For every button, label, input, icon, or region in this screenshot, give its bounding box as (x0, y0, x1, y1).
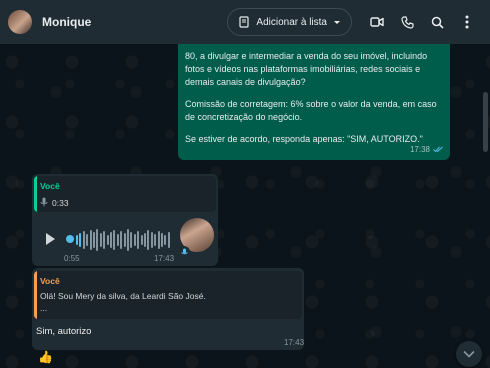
quote-author: Você (40, 181, 60, 191)
list-add-icon (239, 16, 250, 28)
scroll-to-bottom-button[interactable] (456, 341, 482, 367)
emoji-message[interactable]: 👍 (38, 350, 53, 364)
quoted-text-message[interactable]: Você Olá! Sou Mery da silva, da Leardi S… (34, 271, 302, 319)
waveform-bar (116, 234, 119, 246)
voice-call-button[interactable] (392, 7, 422, 37)
search-icon (431, 16, 444, 29)
waveform-bar (147, 230, 150, 250)
chat-area: 80, a divulgar e intermediar a venda do … (0, 44, 490, 368)
voice-waveform[interactable] (76, 228, 170, 252)
message-paragraph: Se estiver de acordo, responda apenas: "… (185, 134, 423, 144)
waveform-bar (123, 233, 126, 247)
waveform-bar (103, 231, 106, 249)
waveform-bar (96, 229, 99, 251)
waveform-bar (161, 233, 163, 247)
mic-icon (180, 248, 188, 255)
chat-header: Monique Adicionar à lista (0, 0, 490, 44)
outgoing-message[interactable]: 80, a divulgar e intermediar a venda do … (178, 44, 450, 160)
waveform-bar (137, 231, 140, 249)
video-call-icon (370, 17, 384, 27)
message-meta: 17:38 (410, 143, 444, 156)
phone-icon (400, 15, 414, 29)
quoted-voice-message[interactable]: Você 0:33 (34, 176, 216, 212)
reply-time: 17:43 (284, 338, 305, 347)
reply-message[interactable]: Você Olá! Sou Mery da silva, da Leardi S… (32, 268, 304, 350)
waveform-bar (113, 230, 116, 250)
playback-position-dot[interactable] (66, 235, 74, 243)
waveform-bar (144, 233, 146, 247)
message-time: 17:38 (409, 145, 430, 154)
play-icon[interactable] (44, 232, 56, 246)
waveform-bar (79, 233, 82, 247)
waveform-bar (140, 235, 143, 245)
waveform-bar (106, 235, 109, 245)
voice-message[interactable]: Você 0:33 0:55 17:43 (32, 174, 218, 266)
waveform-bar (154, 234, 157, 246)
waveform-bar (93, 232, 95, 248)
add-to-list-label: Adicionar à lista (256, 16, 327, 28)
quote-text: Olá! Sou Mery da silva, da Leardi São Jo… (40, 291, 206, 301)
caret-down-icon (334, 21, 340, 24)
waveform-bar (164, 235, 167, 245)
chevron-down-icon (463, 350, 475, 358)
waveform-bar (127, 229, 129, 251)
quote-ellipsis: ... (40, 303, 48, 313)
chat-scrollbar[interactable] (483, 92, 488, 152)
waveform-bar (130, 232, 133, 248)
reply-text: Sim, autorizo (36, 326, 92, 337)
quote-accent-bar (34, 271, 37, 319)
mic-icon (40, 197, 48, 207)
quote-author: Você (40, 276, 60, 286)
voice-time: 17:43 (154, 254, 175, 263)
quote-accent-bar (34, 176, 37, 212)
waveform-bar (167, 232, 170, 248)
waveform-bar (82, 231, 85, 249)
message-paragraph: Comissão de corretagem: 6% sobre o valor… (185, 99, 437, 122)
waveform-bar (157, 231, 160, 249)
waveform-bar (76, 235, 78, 245)
search-button[interactable] (422, 7, 452, 37)
waveform-bar (99, 233, 102, 247)
waveform-bar (86, 234, 89, 246)
menu-dots-icon (465, 15, 469, 29)
contact-avatar[interactable] (8, 10, 32, 34)
waveform-bar (150, 232, 153, 248)
waveform-bar (120, 231, 123, 249)
waveform-bar (133, 234, 136, 246)
menu-button[interactable] (452, 7, 482, 37)
contact-name[interactable]: Monique (42, 15, 227, 29)
message-paragraph: 80, a divulgar e intermediar a venda do … (185, 51, 428, 87)
add-to-list-button[interactable]: Adicionar à lista (227, 8, 352, 36)
voice-duration: 0:55 (64, 254, 80, 263)
waveform-bar (89, 230, 92, 250)
quote-duration: 0:33 (52, 198, 69, 208)
video-call-button[interactable] (362, 7, 392, 37)
waveform-bar (110, 232, 112, 248)
voice-mic-badge (178, 246, 190, 258)
double-check-icon (433, 146, 443, 153)
